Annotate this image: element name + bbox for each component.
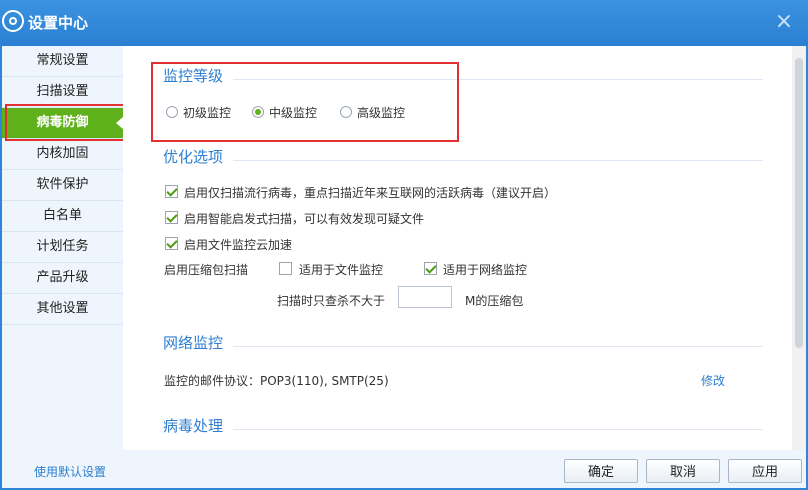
checkbox-compress-network-monitor[interactable] [424,262,437,275]
apply-button[interactable]: 应用 [728,459,802,483]
section-title-virus-handling: 病毒处理 [163,417,224,435]
checkbox-cloud-label: 启用文件监控云加速 [184,238,293,252]
sidebar-item-whitelist[interactable]: 白名单 [2,201,123,232]
sidebar-item-kernel[interactable]: 内核加固 [2,139,123,170]
section-divider [233,429,763,430]
title-bar: 设置中心 × [0,0,808,46]
ok-button[interactable]: 确定 [564,459,638,483]
content-panel: 监控等级 初级监控 中级监控 高级监控 优化选项 启用仅扫描流行病毒，重点扫描近… [123,46,800,450]
scrollbar-thumb[interactable] [795,58,803,348]
compress-scan-label: 启用压缩包扫描 [164,263,249,277]
sidebar-item-other[interactable]: 其他设置 [2,294,123,325]
checkbox-popular-virus-scan[interactable] [165,185,178,198]
settings-window: 设置中心 × 常规设置 扫描设置 病毒防御 内核加固 软件保护 白名单 计划任务… [0,0,808,490]
size-limit-suffix: M的压缩包 [465,294,524,308]
sidebar-item-general[interactable]: 常规设置 [2,46,123,77]
sidebar-item-virus-defense[interactable]: 病毒防御 [2,108,123,139]
checkbox-popular-virus-label: 启用仅扫描流行病毒，重点扫描近年来互联网的活跃病毒（建议开启） [184,186,557,200]
checkbox-heuristic-label: 启用智能启发式扫描，可以有效发现可疑文件 [184,212,425,226]
checkbox-cloud-accelerate[interactable] [165,237,178,250]
section-title-monitor-level: 监控等级 [163,67,224,85]
mail-protocol-text: 监控的邮件协议：POP3(110), SMTP(25) [164,374,389,388]
gear-icon [2,10,24,32]
use-default-settings-link[interactable]: 使用默认设置 [34,463,106,480]
checkbox-heuristic-scan[interactable] [165,211,178,224]
sidebar-item-software-protect[interactable]: 软件保护 [2,170,123,201]
window-title: 设置中心 [28,14,89,32]
section-divider [233,79,763,80]
radio-basic-label: 初级监控 [183,106,232,120]
cancel-button[interactable]: 取消 [646,459,720,483]
max-size-input[interactable] [398,286,452,308]
radio-advanced-label: 高级监控 [357,106,406,120]
section-divider [233,346,763,347]
vertical-scrollbar[interactable] [792,46,806,450]
modify-protocol-link[interactable]: 修改 [701,372,725,389]
compress-file-monitor-label: 适用于文件监控 [299,263,384,277]
radio-medium-monitor[interactable] [252,106,264,118]
section-title-network: 网络监控 [163,334,224,352]
sidebar-item-schedule[interactable]: 计划任务 [2,232,123,263]
radio-basic-monitor[interactable] [166,106,178,118]
radio-advanced-monitor[interactable] [340,106,352,118]
size-limit-prefix: 扫描时只查杀不大于 [277,294,386,308]
sidebar-item-upgrade[interactable]: 产品升级 [2,263,123,294]
footer-bar: 使用默认设置 确定 取消 应用 [2,450,806,488]
radio-medium-label: 中级监控 [269,106,318,120]
section-title-optimize: 优化选项 [163,148,224,166]
sidebar: 常规设置 扫描设置 病毒防御 内核加固 软件保护 白名单 计划任务 产品升级 其… [2,46,123,450]
close-icon[interactable]: × [774,11,794,33]
section-divider [233,160,763,161]
checkbox-compress-file-monitor[interactable] [279,262,292,275]
compress-network-monitor-label: 适用于网络监控 [443,263,528,277]
sidebar-item-scan[interactable]: 扫描设置 [2,77,123,108]
